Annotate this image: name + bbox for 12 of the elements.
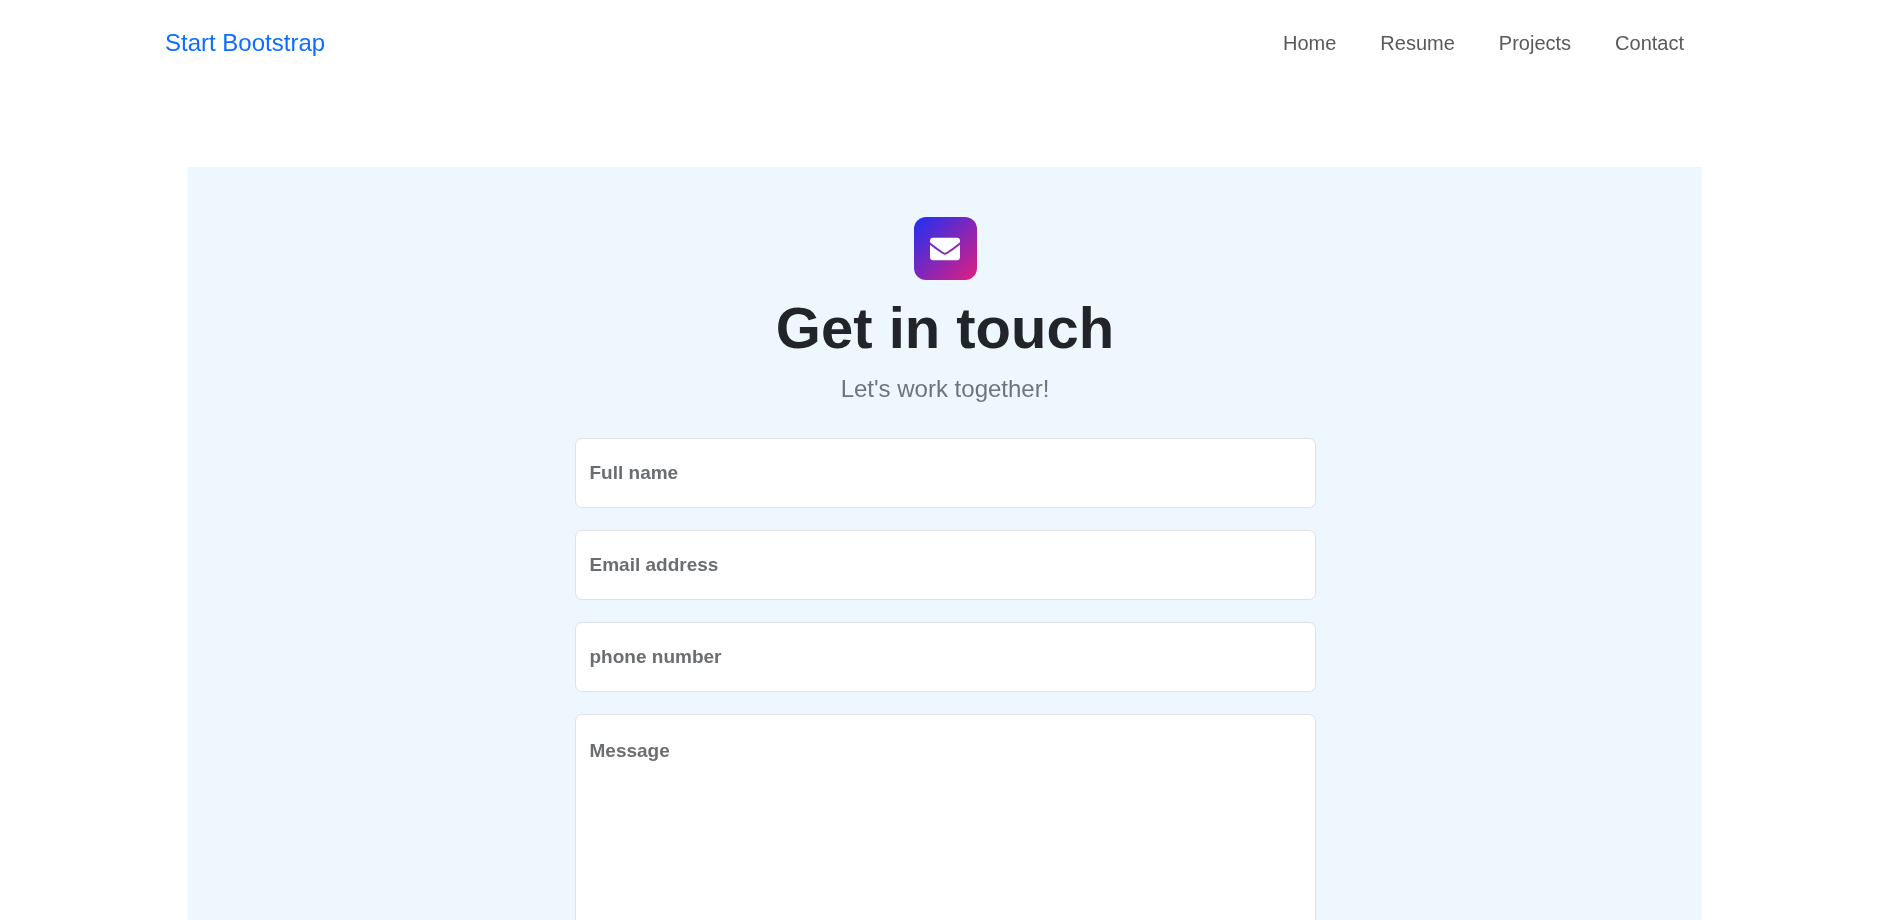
envelope-icon [913,217,977,280]
input-field[interactable]: Email address [574,530,1316,600]
input-field[interactable]: Full name [574,438,1316,508]
nav-link[interactable]: Resume [1358,33,1477,53]
message-field[interactable]: Message [574,714,1316,920]
contact-title: Get in touch [775,294,1115,362]
input-field[interactable]: phone number [574,622,1316,692]
brand-link[interactable]: Start Bootstrap [165,31,326,55]
nav-link[interactable]: Home [1260,33,1359,53]
nav-link[interactable]: Projects [1476,33,1594,53]
contact-subtitle: Let's work together! [840,374,1050,404]
nav-link[interactable]: Contact [1593,33,1706,53]
